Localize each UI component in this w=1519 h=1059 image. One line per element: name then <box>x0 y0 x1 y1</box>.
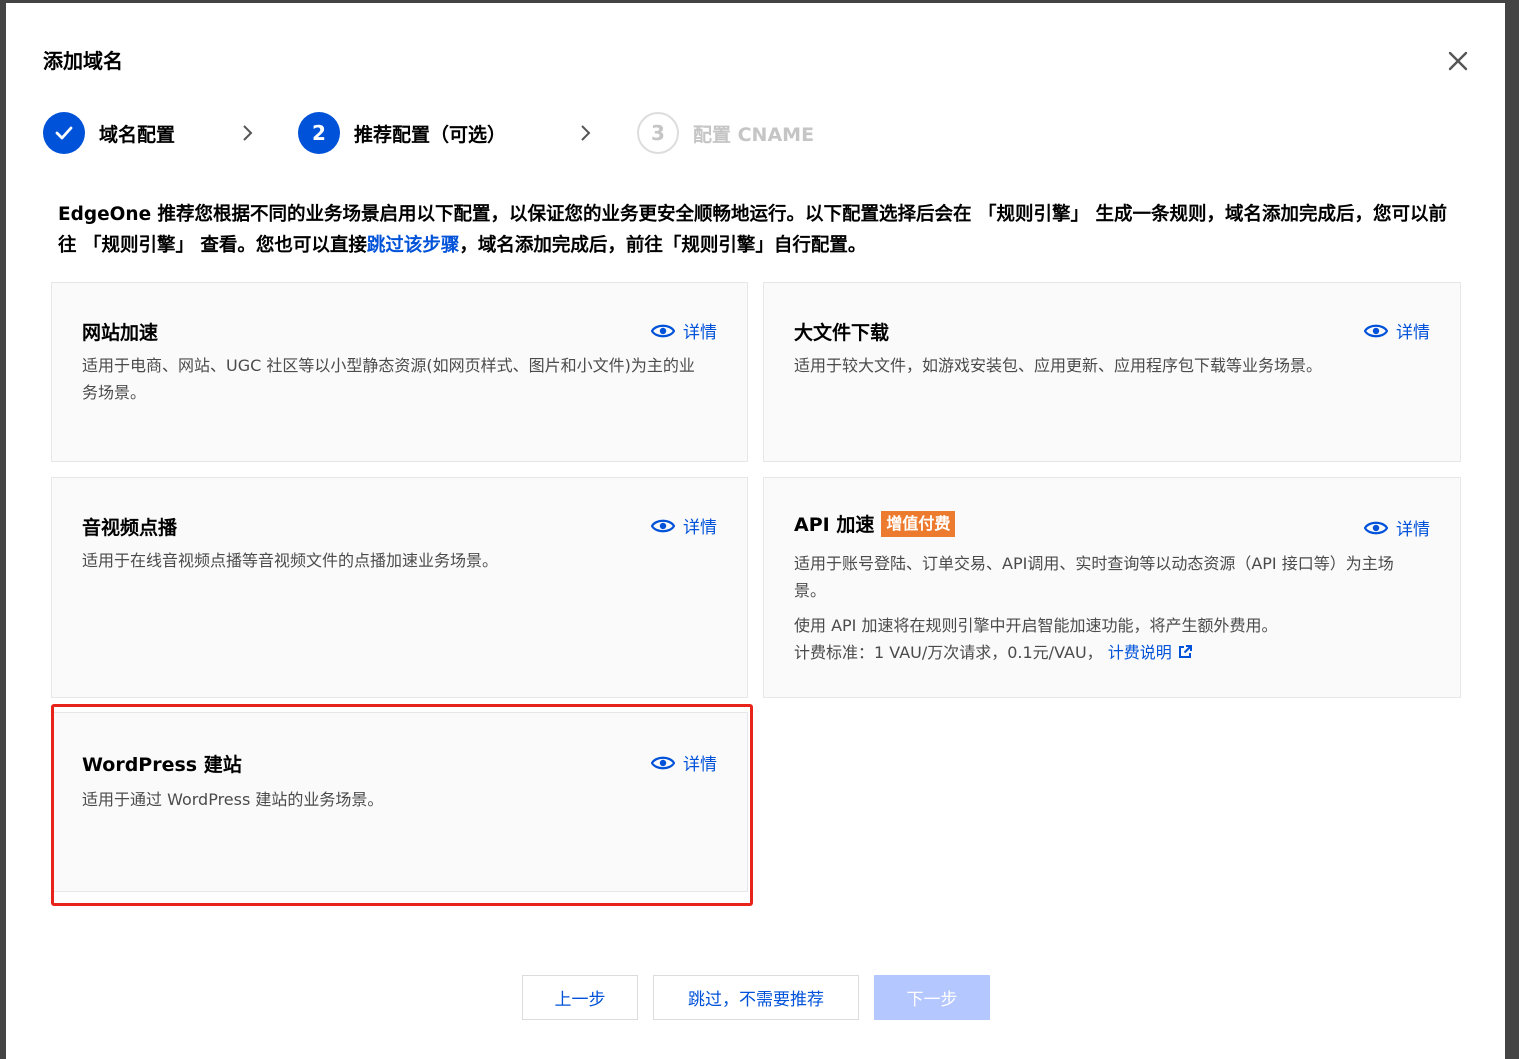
step-label: 配置 CNAME <box>693 123 815 146</box>
eye-icon <box>651 519 675 532</box>
check-icon <box>43 112 85 154</box>
card-description: 适用于在线音视频点播等音视频文件的点播加速业务场景。 <box>82 551 499 570</box>
skip-recommendation-button[interactable]: 跳过，不需要推荐 <box>653 975 859 1020</box>
external-link-icon <box>1178 645 1192 658</box>
card-website-acceleration[interactable]: 网站加速 详情 适用于电商、网站、UGC 社区等以小型静态资源(如网页样式、图片… <box>51 282 748 462</box>
pricing-text: 计费标准：1 VAU/万次请求，0.1元/VAU， <box>794 643 1103 662</box>
step-config-cname: 3 配置 CNAME <box>637 111 814 155</box>
detail-link[interactable]: 详情 <box>651 750 717 775</box>
detail-label: 详情 <box>683 323 717 343</box>
eye-icon <box>1364 521 1388 534</box>
add-domain-dialog: 添加域名 域名配置 2 推荐配置（可选） 3 配置 CNAME EdgeOne … <box>6 3 1505 1059</box>
card-large-file-download[interactable]: 大文件下载 详情 适用于较大文件，如游戏安装包、应用更新、应用程序包下载等业务场… <box>763 282 1461 462</box>
eye-icon <box>651 324 675 337</box>
step-label: 域名配置 <box>99 123 176 146</box>
intro-text-after: ，域名添加完成后，前往「规则引擎」自行配置。 <box>459 235 867 256</box>
card-title: 网站加速 <box>82 322 159 344</box>
detail-label: 详情 <box>1396 520 1430 540</box>
card-title: 大文件下载 <box>794 322 890 344</box>
chevron-right-icon <box>581 125 591 141</box>
pricing-doc-link[interactable]: 计费说明 <box>1108 643 1193 662</box>
intro-text: EdgeOne 推荐您根据不同的业务场景启用以下配置，以保证您的业务更安全顺畅地… <box>58 199 1458 261</box>
detail-link[interactable]: 详情 <box>1364 515 1430 540</box>
card-description: 适用于电商、网站、UGC 社区等以小型静态资源(如网页样式、图片和小文件)为主的… <box>82 356 695 402</box>
next-step-button[interactable]: 下一步 <box>874 975 990 1020</box>
detail-link[interactable]: 详情 <box>651 513 717 538</box>
prev-step-button[interactable]: 上一步 <box>522 975 638 1020</box>
card-wordpress-site[interactable]: WordPress 建站 详情 适用于通过 WordPress 建站的业务场景。 <box>51 712 748 892</box>
card-extra-fee-note: 使用 API 加速将在规则引擎中开启智能加速功能，将产生额外费用。 <box>794 616 1278 635</box>
close-icon[interactable] <box>1444 47 1472 75</box>
card-api-acceleration[interactable]: API 加速 增值付费 详情 适用于账号登陆、订单交易、API调用、实时查询等以… <box>763 477 1461 698</box>
detail-label: 详情 <box>683 518 717 538</box>
step-label: 推荐配置（可选） <box>354 123 507 146</box>
step-recommended-config: 2 推荐配置（可选） <box>298 111 506 155</box>
card-title-text: API 加速 <box>794 514 875 536</box>
card-title: WordPress 建站 <box>82 754 242 776</box>
eye-icon <box>1364 324 1388 337</box>
step-number: 3 <box>637 112 679 154</box>
skip-step-link[interactable]: 跳过该步骤 <box>367 235 460 256</box>
card-description: 适用于账号登陆、订单交易、API调用、实时查询等以动态资源（API 接口等）为主… <box>794 554 1394 600</box>
card-title: API 加速 增值付费 <box>794 510 956 537</box>
card-description: 适用于较大文件，如游戏安装包、应用更新、应用程序包下载等业务场景。 <box>794 356 1323 375</box>
step-number: 2 <box>298 112 340 154</box>
stepper: 域名配置 2 推荐配置（可选） 3 配置 CNAME <box>43 111 943 155</box>
detail-label: 详情 <box>1396 323 1430 343</box>
step-domain-config: 域名配置 <box>43 111 175 155</box>
detail-link[interactable]: 详情 <box>1364 318 1430 343</box>
card-video-on-demand[interactable]: 音视频点播 详情 适用于在线音视频点播等音视频文件的点播加速业务场景。 <box>51 477 748 698</box>
detail-link[interactable]: 详情 <box>651 318 717 343</box>
card-pricing: 计费标准：1 VAU/万次请求，0.1元/VAU， 计费说明 <box>794 639 1420 666</box>
dialog-title: 添加域名 <box>43 49 123 73</box>
eye-icon <box>651 756 675 769</box>
detail-label: 详情 <box>683 755 717 775</box>
card-title: 音视频点播 <box>82 517 178 539</box>
pricing-link-label: 计费说明 <box>1107 643 1172 662</box>
card-description: 适用于通过 WordPress 建站的业务场景。 <box>82 790 384 809</box>
chevron-right-icon <box>243 125 253 141</box>
paid-badge: 增值付费 <box>881 510 956 537</box>
